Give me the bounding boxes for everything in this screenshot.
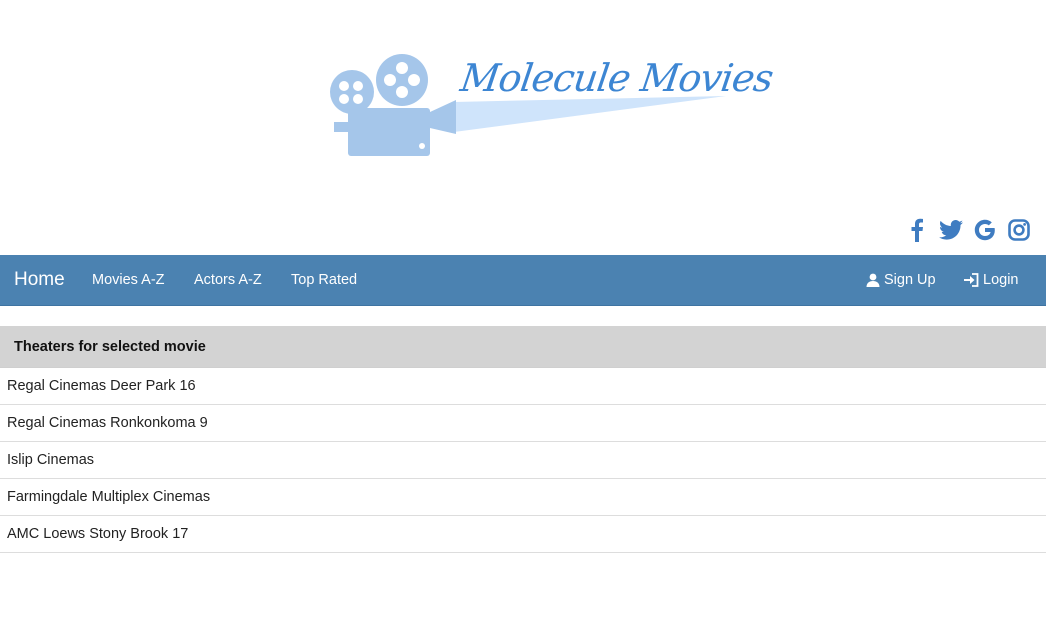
logo-text: Molecule Movies: [457, 56, 776, 100]
list-item[interactable]: Islip Cinemas: [0, 442, 1046, 479]
instagram-icon[interactable]: [1006, 216, 1032, 244]
nav-actors-az[interactable]: Actors A-Z: [194, 255, 262, 305]
social-links: [904, 216, 1032, 244]
sign-up-label: Sign Up: [884, 272, 936, 288]
main-navbar: Home Movies A-Z Actors A-Z Top Rated Sig…: [0, 255, 1046, 306]
login-label: Login: [983, 272, 1019, 288]
user-icon: [866, 273, 880, 287]
list-item[interactable]: AMC Loews Stony Brook 17: [0, 516, 1046, 553]
panel-heading: Theaters for selected movie: [0, 326, 1046, 368]
facebook-icon[interactable]: [904, 216, 930, 244]
list-item[interactable]: Regal Cinemas Deer Park 16: [0, 368, 1046, 405]
nav-login[interactable]: Login: [964, 255, 1018, 305]
nav-movies-az[interactable]: Movies A-Z: [92, 255, 165, 305]
list-item[interactable]: Regal Cinemas Ronkonkoma 9: [0, 405, 1046, 442]
google-icon[interactable]: [972, 216, 998, 244]
site-logo[interactable]: Molecule Movies: [326, 52, 775, 164]
theater-list: Regal Cinemas Deer Park 16 Regal Cinemas…: [0, 368, 1046, 553]
nav-sign-up[interactable]: Sign Up: [866, 255, 936, 305]
nav-top-rated[interactable]: Top Rated: [291, 255, 357, 305]
twitter-icon[interactable]: [938, 216, 964, 244]
panel-title: Theaters for selected movie: [14, 339, 206, 355]
login-icon: [964, 273, 979, 287]
list-item[interactable]: Farmingdale Multiplex Cinemas: [0, 479, 1046, 516]
nav-home[interactable]: Home: [14, 255, 65, 305]
